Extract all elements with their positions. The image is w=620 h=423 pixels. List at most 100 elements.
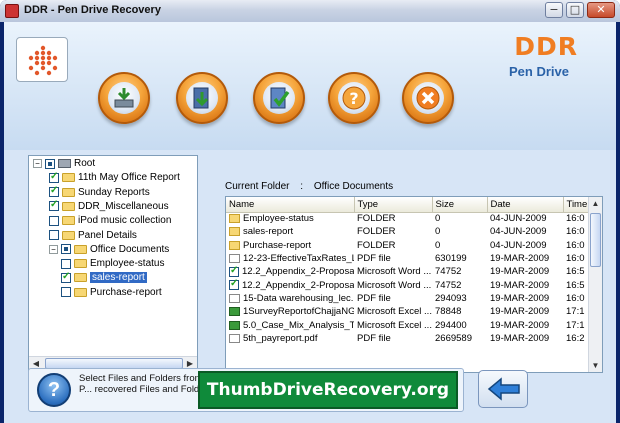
column-header-size[interactable]: Size xyxy=(432,197,488,213)
tree-checkbox[interactable] xyxy=(49,171,59,183)
exit-button[interactable] xyxy=(402,72,454,124)
check-button[interactable] xyxy=(253,72,305,124)
column-header-type[interactable]: Type xyxy=(354,197,433,213)
cell-type: PDF file xyxy=(357,253,391,265)
save-button[interactable] xyxy=(176,72,228,124)
cell-name: 5.0_Case_Mix_Analysis_To... xyxy=(226,318,354,331)
cell-name: 12-23-EffectiveTaxRates_L... xyxy=(226,252,354,265)
cell-date: 19-MAR-2009 xyxy=(490,279,550,291)
folder-icon xyxy=(62,187,75,197)
tree-checkbox[interactable] xyxy=(49,185,59,198)
cell-type: Microsoft Word ... xyxy=(357,266,432,278)
tree-checkbox[interactable] xyxy=(61,258,71,269)
excel-file-icon xyxy=(229,320,240,330)
open-button[interactable] xyxy=(98,72,150,124)
tree-checkbox[interactable] xyxy=(45,158,55,169)
tree-item[interactable]: 11th May Office Report xyxy=(49,171,180,186)
cell-size: 74752 xyxy=(435,279,462,291)
table-row[interactable]: Employee-status FOLDER 0 04-JUN-2009 16:0 xyxy=(226,212,590,225)
scroll-up-arrow-icon[interactable]: ▲ xyxy=(589,197,602,211)
column-header-date[interactable]: Date xyxy=(487,197,564,213)
cell-size: 0 xyxy=(435,226,441,238)
table-row[interactable]: 5.0_Case_Mix_Analysis_To...Microsoft Exc… xyxy=(226,318,590,331)
file-name: 12-23-EffectiveTaxRates_L... xyxy=(243,253,354,265)
folder-icon xyxy=(229,227,240,237)
file-name: 5th_payreport.pdf xyxy=(243,332,318,344)
tree-checkbox[interactable] xyxy=(49,199,59,212)
scroll-thumb[interactable] xyxy=(590,213,601,267)
client-area: DDR Pen Drive ? − Root ✓11th May Office … xyxy=(4,22,616,423)
cell-name: 5th_payreport.pdf xyxy=(226,332,354,345)
tree-item[interactable]: Panel Details xyxy=(49,230,137,244)
file-checkbox[interactable] xyxy=(229,278,239,291)
tree-item[interactable]: − Office Documents xyxy=(49,244,169,258)
tree-item[interactable]: iPod music collection xyxy=(49,215,171,229)
file-checkbox[interactable] xyxy=(229,265,239,277)
title-bar[interactable]: DDR - Pen Drive Recovery − □ ✕ xyxy=(0,0,620,22)
table-row[interactable]: 12.2_Appendix_2-Proposal_...Microsoft Wo… xyxy=(226,265,590,278)
cell-date: 19-MAR-2009 xyxy=(490,306,550,318)
table-row[interactable]: 15-Data warehousing_lec.pdfPDF file 29409… xyxy=(226,292,590,305)
column-header-name[interactable]: Name xyxy=(226,197,355,213)
window-title: DDR - Pen Drive Recovery xyxy=(24,4,161,16)
table-row[interactable]: 12.2_Appendix_2-Proposal_...Microsoft Wo… xyxy=(226,278,590,291)
help-button[interactable]: ? xyxy=(328,72,380,124)
tree-collapse-icon[interactable]: − xyxy=(33,159,42,168)
tree-item-label[interactable]: DDR_Miscellaneous xyxy=(78,201,169,212)
close-window-button[interactable]: ✕ xyxy=(587,2,615,18)
tree-item-label[interactable]: 11th May Office Report xyxy=(78,172,180,183)
tree-collapse-icon[interactable]: − xyxy=(49,244,58,254)
excel-file-icon xyxy=(229,307,240,317)
tree-item-label[interactable]: Panel Details xyxy=(78,230,137,241)
folder-icon xyxy=(74,259,87,269)
table-row[interactable]: 12-23-EffectiveTaxRates_L... PDF file 6301… xyxy=(226,252,590,265)
folder-icon xyxy=(229,240,240,250)
table-row[interactable]: 1SurveyReportofChajjaNGZ...Microsoft Exc… xyxy=(226,305,590,318)
tree-item-label[interactable]: iPod music collection xyxy=(78,215,171,226)
tree-item-label[interactable]: Office Documents xyxy=(90,244,169,255)
tree-item-label[interactable]: Employee-status xyxy=(90,258,164,269)
tree-item[interactable]: DDR_Miscellaneous xyxy=(49,199,169,215)
back-button[interactable] xyxy=(478,370,528,408)
cell-type: FOLDER xyxy=(357,226,396,238)
tree-item-label[interactable]: Root xyxy=(74,158,95,169)
tree-item[interactable]: − Root xyxy=(33,158,95,172)
minimize-button[interactable]: − xyxy=(545,2,563,18)
watermark-banner: ThumbDriveRecovery.org xyxy=(198,371,458,409)
tree-item[interactable]: Employee-status xyxy=(61,258,164,272)
tree-checkbox[interactable] xyxy=(49,230,59,240)
tree-checkbox[interactable] xyxy=(61,271,71,283)
tree-item[interactable]: Purchase-report xyxy=(61,287,162,301)
tree-item[interactable]: sales-report xyxy=(61,271,147,286)
help-question-icon: ? xyxy=(37,373,71,407)
current-folder-separator: : xyxy=(300,181,304,192)
table-row[interactable]: sales-report FOLDER 0 04-JUN-2009 16:0 xyxy=(226,225,590,238)
tree-checkbox[interactable] xyxy=(61,244,71,255)
tree-item-label[interactable]: Sunday Reports xyxy=(78,187,150,198)
tree-checkbox[interactable] xyxy=(61,287,71,298)
table-row[interactable]: 5th_payreport.pdf PDF file 2669589 19-MAR-2… xyxy=(226,332,590,345)
tree-item-label[interactable]: sales-report xyxy=(90,272,147,284)
cell-time: 16:5 xyxy=(566,266,585,278)
folder-icon xyxy=(62,201,75,211)
table-row[interactable]: Purchase-report FOLDER 0 04-JUN-2009 16:0 xyxy=(226,239,590,252)
column-header-time[interactable]: Time xyxy=(563,197,591,213)
document-icon xyxy=(229,293,240,303)
tree-item-label[interactable]: Purchase-report xyxy=(90,287,162,298)
cell-time: 16:0 xyxy=(566,213,585,225)
file-name: Purchase-report xyxy=(243,239,312,251)
folder-tree-panel[interactable]: − Root 11th May Office Report Sunday Report… xyxy=(28,155,198,371)
svg-text:?: ? xyxy=(349,89,358,108)
tree-checkbox[interactable] xyxy=(49,215,59,226)
scroll-down-arrow-icon[interactable]: ▼ xyxy=(589,359,602,372)
document-icon xyxy=(229,254,240,264)
file-list-vertical-scrollbar[interactable]: ▲ ▼ xyxy=(588,197,602,372)
tree-item[interactable]: Sunday Reports xyxy=(49,185,150,201)
cell-time: 17:1 xyxy=(566,306,585,318)
maximize-button[interactable]: □ xyxy=(566,2,584,18)
cell-name: 12.2_Appendix_2-Proposal_... xyxy=(226,278,354,291)
cell-name: Employee-status xyxy=(226,212,354,225)
file-list-panel[interactable]: Name Type Size Date Time Employee-status… xyxy=(225,196,603,373)
cell-size: 630199 xyxy=(435,253,467,265)
question-icon: ? xyxy=(342,86,366,110)
